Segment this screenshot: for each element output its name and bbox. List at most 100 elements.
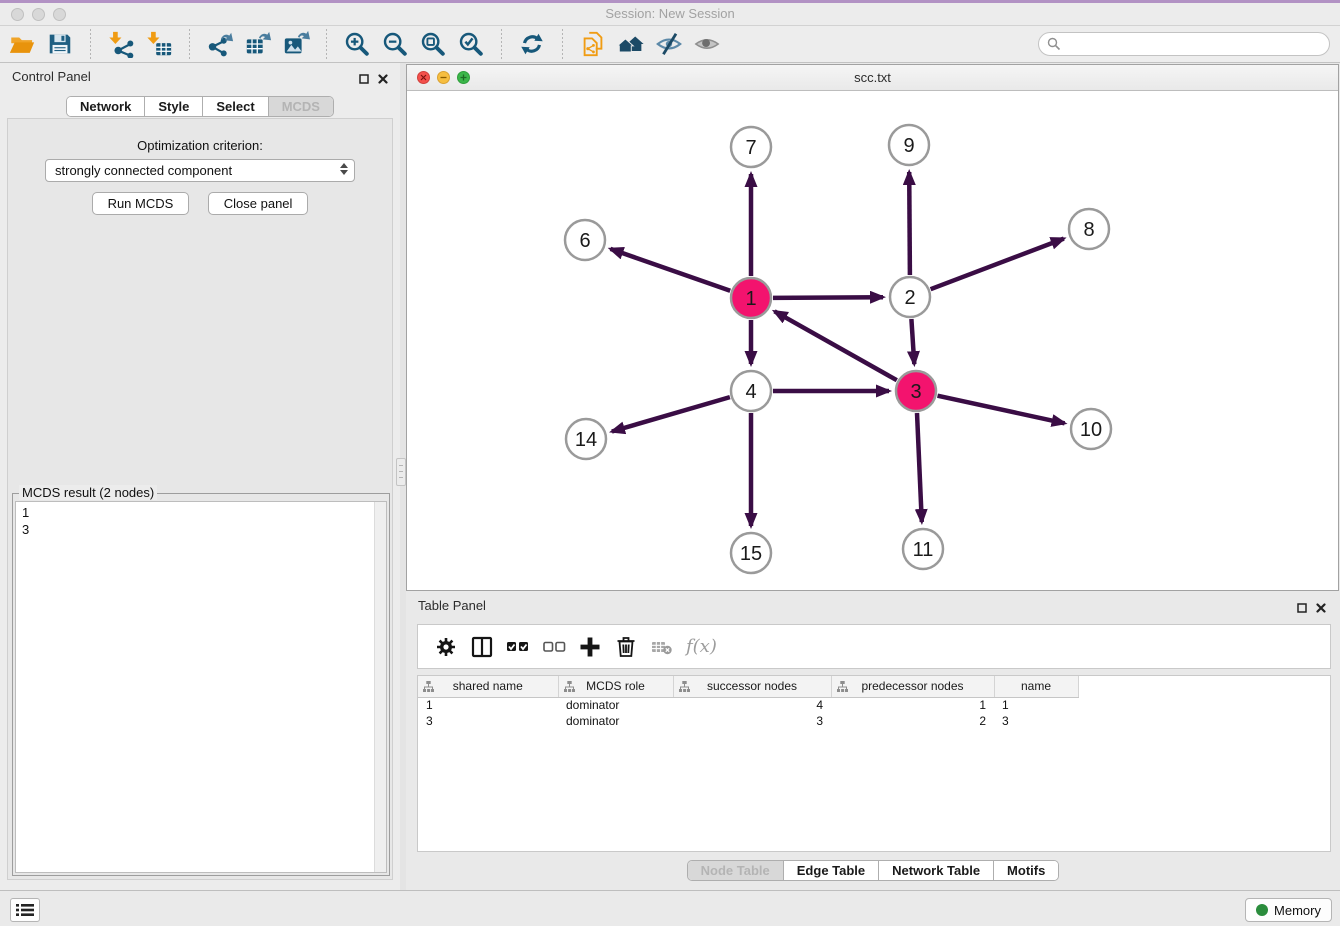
open-folder-icon[interactable] bbox=[7, 29, 37, 59]
table-cell[interactable]: 3 bbox=[994, 713, 1078, 729]
svg-text:2: 2 bbox=[904, 287, 915, 309]
task-history-button[interactable] bbox=[10, 898, 40, 922]
graph-node-14[interactable]: 14 bbox=[566, 419, 606, 459]
window-title: Session: New Session bbox=[0, 6, 1340, 21]
graph-edge-3-11[interactable] bbox=[917, 413, 922, 522]
graph-edge-3-1[interactable] bbox=[775, 311, 897, 380]
column-header-predecessor-nodes[interactable]: predecessor nodes bbox=[831, 676, 994, 697]
svg-text:7: 7 bbox=[745, 137, 756, 159]
tab-node-table[interactable]: Node Table bbox=[688, 861, 783, 880]
optimization-criterion-dropdown[interactable]: strongly connected component bbox=[45, 159, 355, 182]
tab-select[interactable]: Select bbox=[202, 97, 267, 116]
table-cell[interactable]: 2 bbox=[831, 713, 994, 729]
search-input[interactable] bbox=[1066, 34, 1329, 54]
import-network-icon[interactable] bbox=[106, 29, 136, 59]
show-columns-icon[interactable] bbox=[469, 634, 495, 660]
graph-node-2[interactable]: 2 bbox=[890, 277, 930, 317]
column-header-mcds-role[interactable]: MCDS role bbox=[558, 676, 673, 697]
tab-network[interactable]: Network bbox=[67, 97, 144, 116]
zoom-fit-icon[interactable] bbox=[418, 29, 448, 59]
dropdown-value: strongly connected component bbox=[55, 163, 232, 178]
mcds-result-line: 1 bbox=[22, 504, 380, 521]
status-bar: Memory bbox=[0, 890, 1340, 926]
table-panel: Table Panel bbox=[406, 592, 1340, 890]
graph-edge-4-14[interactable] bbox=[612, 397, 730, 431]
refresh-icon[interactable] bbox=[517, 29, 547, 59]
column-header-successor-nodes[interactable]: successor nodes bbox=[673, 676, 831, 697]
duplicate-network-icon[interactable] bbox=[578, 29, 608, 59]
run-mcds-button[interactable]: Run MCDS bbox=[92, 192, 190, 215]
import-table-icon[interactable] bbox=[144, 29, 174, 59]
graph-edge-1-6[interactable] bbox=[611, 249, 731, 291]
close-panel-icon[interactable] bbox=[378, 71, 388, 89]
graph-node-4[interactable]: 4 bbox=[731, 371, 771, 411]
column-type-icon bbox=[564, 681, 575, 692]
show-eye-icon[interactable] bbox=[692, 29, 722, 59]
splitter-grip[interactable] bbox=[396, 458, 406, 486]
graph-node-11[interactable]: 11 bbox=[903, 529, 943, 569]
export-network-icon[interactable] bbox=[205, 29, 235, 59]
table-row[interactable]: 1dominator411 bbox=[418, 697, 1078, 713]
zoom-selected-icon[interactable] bbox=[456, 29, 486, 59]
scrollbar[interactable] bbox=[374, 502, 386, 872]
close-panel-icon[interactable] bbox=[1316, 600, 1326, 618]
memory-button[interactable]: Memory bbox=[1245, 898, 1332, 922]
float-panel-icon[interactable] bbox=[1297, 600, 1307, 618]
tab-edge-table[interactable]: Edge Table bbox=[783, 861, 878, 880]
search-box[interactable] bbox=[1038, 32, 1330, 56]
tab-motifs[interactable]: Motifs bbox=[993, 861, 1058, 880]
network-window-titlebar[interactable]: scc.txt bbox=[407, 65, 1338, 91]
graph-edge-1-2[interactable] bbox=[773, 297, 883, 298]
mcds-result-textarea[interactable]: 13 bbox=[15, 501, 387, 873]
zoom-in-icon[interactable] bbox=[342, 29, 372, 59]
table-cell[interactable]: 3 bbox=[673, 713, 831, 729]
table-cell[interactable]: 1 bbox=[418, 697, 558, 713]
search-icon bbox=[1047, 37, 1061, 51]
deselect-all-icon[interactable] bbox=[541, 634, 567, 660]
table-row[interactable]: 3dominator323 bbox=[418, 713, 1078, 729]
table-cell[interactable]: 1 bbox=[831, 697, 994, 713]
hide-eye-icon[interactable] bbox=[654, 29, 684, 59]
add-column-icon[interactable] bbox=[577, 634, 603, 660]
graph-node-3[interactable]: 3 bbox=[896, 371, 936, 411]
graph-edge-2-9[interactable] bbox=[909, 172, 910, 275]
graph-node-7[interactable]: 7 bbox=[731, 127, 771, 167]
graph-node-1[interactable]: 1 bbox=[731, 278, 771, 318]
table-cell[interactable]: 3 bbox=[418, 713, 558, 729]
column-type-icon bbox=[837, 681, 848, 692]
graph-node-9[interactable]: 9 bbox=[889, 125, 929, 165]
select-all-icon[interactable] bbox=[505, 634, 531, 660]
export-table-icon[interactable] bbox=[243, 29, 273, 59]
trash-icon[interactable] bbox=[613, 634, 639, 660]
export-image-icon[interactable] bbox=[281, 29, 311, 59]
table-cell[interactable]: dominator bbox=[558, 713, 673, 729]
tab-mcds[interactable]: MCDS bbox=[268, 97, 333, 116]
graph-node-8[interactable]: 8 bbox=[1069, 209, 1109, 249]
column-header-name[interactable]: name bbox=[994, 676, 1078, 697]
svg-text:14: 14 bbox=[575, 429, 597, 451]
control-panel-header: Control Panel bbox=[0, 63, 400, 91]
column-header-shared-name[interactable]: shared name bbox=[418, 676, 558, 697]
graph-node-15[interactable]: 15 bbox=[731, 533, 771, 573]
table-cell[interactable]: 4 bbox=[673, 697, 831, 713]
network-canvas[interactable]: 7 9 6 8 1 2 4 3 14 10 15 11 bbox=[407, 91, 1338, 590]
float-panel-icon[interactable] bbox=[359, 71, 369, 89]
table-cell[interactable]: dominator bbox=[558, 697, 673, 713]
graph-node-6[interactable]: 6 bbox=[565, 220, 605, 260]
table-cell[interactable]: 1 bbox=[994, 697, 1078, 713]
houses-icon[interactable] bbox=[616, 29, 646, 59]
tab-network-table[interactable]: Network Table bbox=[878, 861, 993, 880]
save-icon[interactable] bbox=[45, 29, 75, 59]
zoom-out-icon[interactable] bbox=[380, 29, 410, 59]
close-panel-button[interactable]: Close panel bbox=[208, 192, 309, 215]
graph-edge-3-10[interactable] bbox=[938, 396, 1065, 424]
function-builder-icon[interactable]: f(x) bbox=[686, 636, 717, 657]
graph-edge-2-8[interactable] bbox=[931, 239, 1064, 290]
toolbar-separator bbox=[562, 29, 563, 59]
gear-icon[interactable] bbox=[433, 634, 459, 660]
titlebar: Session: New Session bbox=[0, 0, 1340, 26]
graph-edge-2-3[interactable] bbox=[911, 319, 914, 364]
tab-style[interactable]: Style bbox=[144, 97, 202, 116]
delete-table-icon[interactable] bbox=[649, 634, 675, 660]
graph-node-10[interactable]: 10 bbox=[1071, 409, 1111, 449]
